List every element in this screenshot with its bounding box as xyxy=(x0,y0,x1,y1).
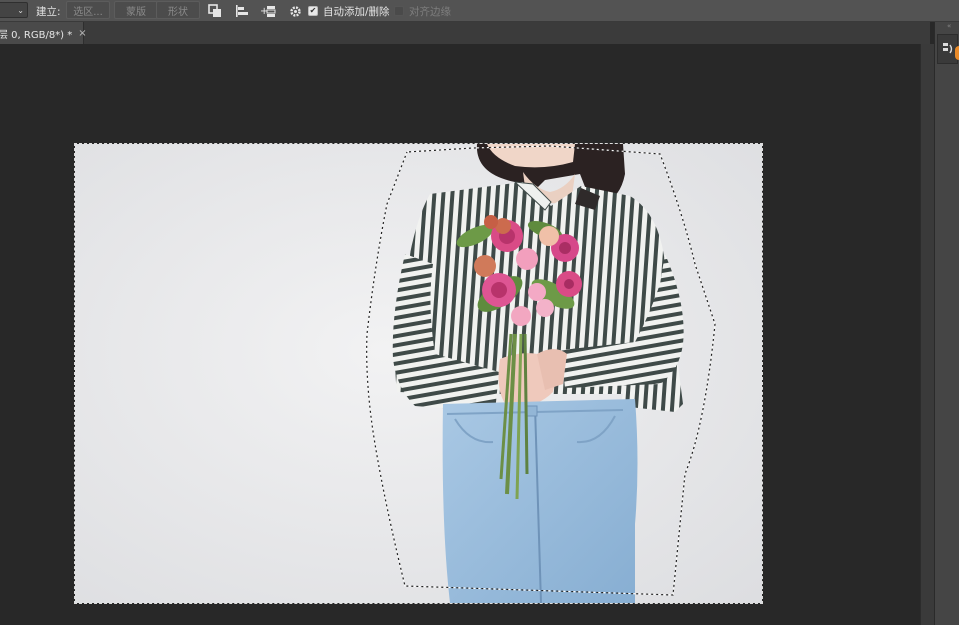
auto-add-delete-label: 自动添加/删除 xyxy=(323,5,390,18)
close-icon[interactable]: × xyxy=(78,28,86,39)
chevron-down-icon: ⌄ xyxy=(17,5,24,15)
document-tab-strip: 图层 0, RGB/8*) * × xyxy=(0,22,930,44)
document-tab-title: 图层 0, RGB/8*) * xyxy=(0,29,73,41)
make-label: 建立: xyxy=(36,5,61,18)
woman-striped-shirt-holding-roses-icon xyxy=(75,144,762,603)
gear-icon[interactable] xyxy=(286,0,304,22)
path-combine-icon[interactable] xyxy=(206,0,224,22)
options-bar: ⌄ 建立: 选区... 蒙版 形状 + ✔ 自动添加/删除 对齐边缘 xyxy=(0,0,959,22)
auto-add-delete-checkbox[interactable]: ✔ xyxy=(308,6,318,16)
right-panel-dock xyxy=(934,22,959,625)
panel-accent-indicator xyxy=(955,46,959,60)
path-arrange-icon[interactable]: + xyxy=(259,0,277,22)
collapse-panels-icon[interactable]: « xyxy=(947,22,951,30)
make-shape-button[interactable]: 形状 xyxy=(156,1,200,19)
make-selection-button[interactable]: 选区... xyxy=(66,1,110,19)
checkmark-icon: ✔ xyxy=(309,6,317,15)
document-image[interactable] xyxy=(75,144,762,603)
align-edges-checkbox[interactable] xyxy=(394,6,404,16)
document-tab[interactable]: 图层 0, RGB/8*) * × xyxy=(0,22,87,44)
make-mask-button[interactable]: 蒙版 xyxy=(114,1,158,19)
vertical-scrollbar[interactable] xyxy=(920,44,934,625)
photoshop-window: ⌄ 建立: 选区... 蒙版 形状 + ✔ 自动添加/删除 对齐边缘 图层 0,… xyxy=(0,0,959,625)
align-edges-label: 对齐边缘 xyxy=(409,5,451,18)
path-align-icon[interactable] xyxy=(233,0,251,22)
tool-preset-dropdown[interactable]: ⌄ xyxy=(0,2,28,18)
